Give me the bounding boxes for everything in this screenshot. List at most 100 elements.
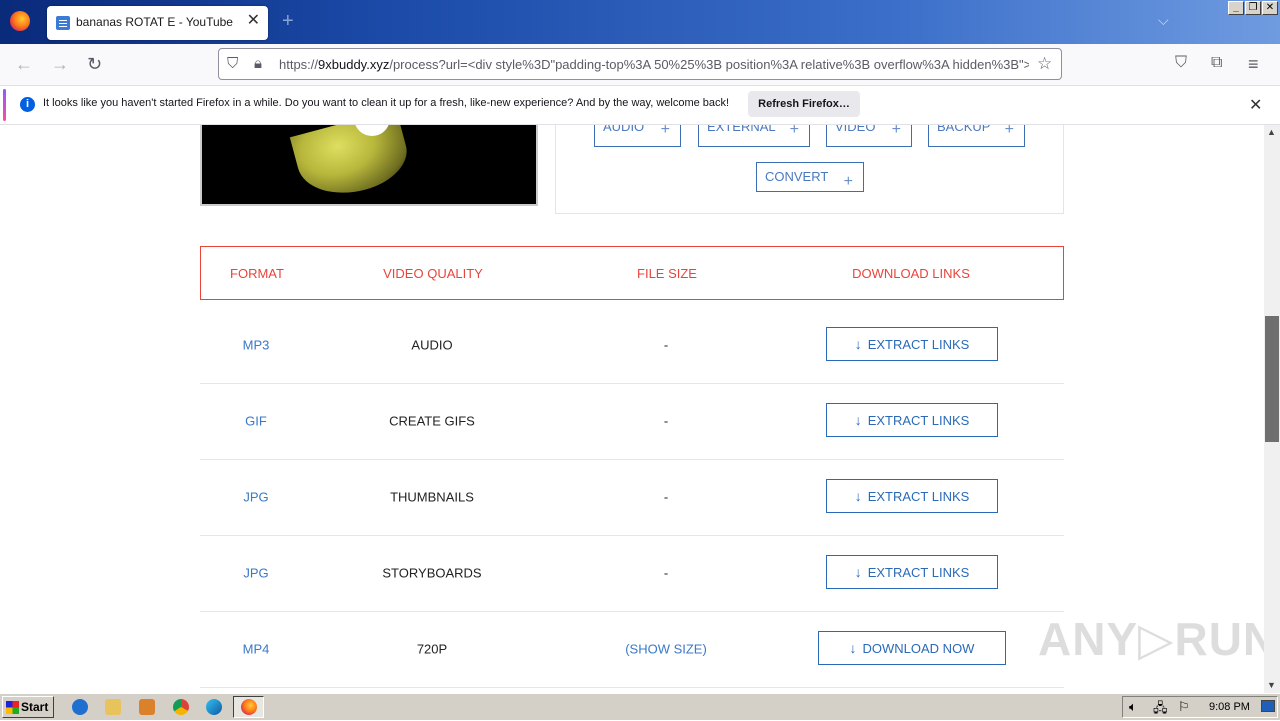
- page-scrollbar[interactable]: ▲ ▼: [1264, 125, 1280, 693]
- notification-text: It looks like you haven't started Firefo…: [43, 97, 730, 109]
- navigation-toolbar: ← → ↻ ⛉ 🔒︎ https://9xbuddy.xyz/process?u…: [0, 44, 1280, 86]
- format-cell[interactable]: MP3: [200, 338, 312, 353]
- restore-button[interactable]: ❐: [1245, 1, 1261, 15]
- volume-icon[interactable]: 🔈︎: [1129, 699, 1137, 715]
- show-size-link[interactable]: (SHOW SIZE): [586, 642, 746, 657]
- size-cell: -: [663, 413, 669, 429]
- folder-icon[interactable]: [105, 699, 121, 715]
- quality-cell: 720P: [416, 641, 448, 657]
- scroll-up-icon[interactable]: ▲: [1267, 127, 1276, 137]
- plus-icon: +: [891, 125, 901, 138]
- clock: 9:08 PM: [1209, 701, 1250, 713]
- format-cell[interactable]: JPG: [200, 490, 312, 505]
- new-tab-button[interactable]: +: [282, 10, 294, 33]
- scroll-thumb[interactable]: [1265, 316, 1279, 442]
- video-thumbnail[interactable]: [200, 125, 538, 206]
- plus-icon: +: [660, 125, 670, 138]
- quality-cell: THUMBNAILS: [390, 489, 474, 505]
- taskbar-firefox-button[interactable]: [233, 696, 264, 718]
- audio-source-button[interactable]: AUDIO +: [594, 125, 681, 147]
- header-download-links: DOWNLOAD LINKS: [852, 266, 970, 281]
- media-player-icon[interactable]: [139, 699, 155, 715]
- refresh-firefox-button[interactable]: Refresh Firefox…: [748, 91, 860, 117]
- back-arrow-icon[interactable]: ←: [15, 54, 33, 75]
- table-row: MP4 720P (SHOW SIZE) ↓ DOWNLOAD NOW: [200, 612, 1064, 688]
- windows-taskbar: Start 🔈︎ 🖧 ⚐ 9:08 PM: [0, 693, 1280, 720]
- internet-explorer-icon[interactable]: [72, 699, 88, 715]
- extract-links-button[interactable]: ↓ EXTRACT LINKS: [826, 555, 998, 589]
- down-arrow-icon: ↓: [854, 488, 862, 504]
- page-content: AUDIO + EXTERNAL + VIDEO + BACKUP + CONVERT +…: [0, 125, 1264, 693]
- size-cell: -: [663, 565, 669, 581]
- size-cell: -: [663, 489, 669, 505]
- table-header: FORMAT VIDEO QUALITY FILE SIZE DOWNLOAD …: [200, 246, 1064, 300]
- quality-cell: CREATE GIFS: [389, 413, 475, 429]
- minimize-button[interactable]: _: [1228, 1, 1244, 15]
- firefox-taskbar-icon: [241, 699, 257, 715]
- menu-hamburger-icon[interactable]: ≡: [1248, 54, 1259, 75]
- url-text[interactable]: https://9xbuddy.xyz/process?url=<div sty…: [279, 57, 1029, 72]
- close-window-button[interactable]: ✕: [1262, 1, 1278, 15]
- extract-links-button[interactable]: ↓ EXTRACT LINKS: [826, 479, 998, 513]
- plus-icon: +: [1004, 125, 1014, 138]
- format-cell[interactable]: GIF: [200, 414, 312, 429]
- scroll-down-icon[interactable]: ▼: [1267, 680, 1276, 690]
- source-options-box: AUDIO + EXTERNAL + VIDEO + BACKUP + CONVERT +: [555, 125, 1064, 214]
- table-row: MP3 AUDIO - ↓ EXTRACT LINKS: [200, 308, 1064, 384]
- edge-icon[interactable]: [206, 699, 222, 715]
- lock-icon[interactable]: 🔒︎: [254, 55, 262, 72]
- plus-icon: +: [789, 125, 799, 138]
- url-bar[interactable]: ⛉ 🔒︎ https://9xbuddy.xyz/process?url=<di…: [218, 48, 1062, 80]
- quality-cell: STORYBOARDS: [382, 565, 482, 581]
- start-button[interactable]: Start: [2, 696, 54, 718]
- format-cell[interactable]: JPG: [200, 566, 312, 581]
- windows-logo-icon: [6, 701, 19, 714]
- external-source-button[interactable]: EXTERNAL +: [698, 125, 810, 147]
- extract-links-button[interactable]: ↓ EXTRACT LINKS: [826, 403, 998, 437]
- tab-youtube[interactable]: bananas ROTAT E - YouTube ✕: [47, 6, 268, 40]
- size-cell: -: [663, 337, 669, 353]
- download-now-button[interactable]: ↓ DOWNLOAD NOW: [818, 631, 1006, 665]
- notification-accent: [3, 89, 6, 121]
- flag-icon[interactable]: ⚐: [1178, 699, 1190, 715]
- down-arrow-icon: ↓: [849, 640, 857, 656]
- notification-bar: i It looks like you haven't started Fire…: [0, 87, 1280, 125]
- anyrun-watermark: ANY▷RUN: [1038, 613, 1264, 665]
- firefox-icon[interactable]: [10, 11, 30, 31]
- table-row: JPG STORYBOARDS - ↓ EXTRACT LINKS: [200, 536, 1064, 612]
- page-favicon-icon: [56, 16, 70, 30]
- reload-icon[interactable]: ↻: [87, 54, 102, 75]
- tab-close-icon[interactable]: ✕: [247, 13, 260, 29]
- down-arrow-icon: ↓: [854, 336, 862, 352]
- down-arrow-icon: ↓: [854, 412, 862, 428]
- network-icon[interactable]: 🖧: [1153, 699, 1168, 721]
- forward-arrow-icon[interactable]: →: [51, 54, 69, 75]
- table-row: JPG THUMBNAILS - ↓ EXTRACT LINKS: [200, 460, 1064, 536]
- shield-icon[interactable]: ⛉: [227, 55, 238, 72]
- header-video-quality: VIDEO QUALITY: [383, 266, 483, 281]
- header-file-size: FILE SIZE: [637, 266, 697, 281]
- start-label: Start: [21, 700, 49, 714]
- tab-title: bananas ROTAT E - YouTube: [76, 15, 233, 29]
- banana-image: [289, 125, 415, 204]
- chrome-icon[interactable]: [173, 699, 189, 715]
- extract-links-button[interactable]: ↓ EXTRACT LINKS: [826, 327, 998, 361]
- format-cell[interactable]: MP4: [200, 642, 312, 657]
- notification-close-icon[interactable]: ✕: [1249, 95, 1262, 115]
- bookmark-star-icon[interactable]: ☆: [1037, 54, 1052, 74]
- window-titlebar: bananas ROTAT E - YouTube ✕ + ⌵ _ ❐ ✕: [0, 0, 1280, 44]
- info-icon: i: [20, 97, 35, 112]
- convert-source-button[interactable]: CONVERT +: [756, 162, 864, 192]
- video-source-button[interactable]: VIDEO +: [826, 125, 912, 147]
- plus-icon: +: [843, 173, 853, 190]
- quality-cell: AUDIO: [411, 337, 453, 353]
- system-tray: 🔈︎ 🖧 ⚐: [1122, 696, 1278, 718]
- list-all-tabs-chevron-down-icon[interactable]: ⌵: [1158, 12, 1169, 29]
- extensions-icon[interactable]: ⧉: [1211, 54, 1222, 72]
- show-desktop-icon[interactable]: [1261, 700, 1275, 712]
- pocket-icon[interactable]: ⛉: [1175, 54, 1187, 72]
- header-format: FORMAT: [230, 266, 284, 281]
- down-arrow-icon: ↓: [854, 564, 862, 580]
- backup-source-button[interactable]: BACKUP +: [928, 125, 1025, 147]
- table-row: GIF CREATE GIFS - ↓ EXTRACT LINKS: [200, 384, 1064, 460]
